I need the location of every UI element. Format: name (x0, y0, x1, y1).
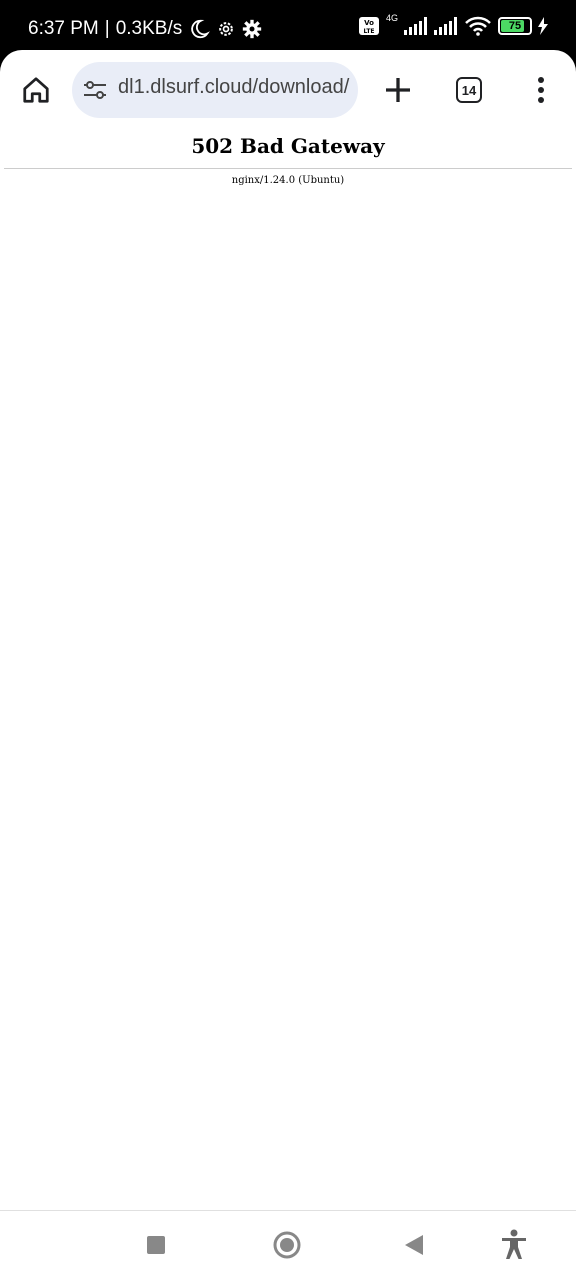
web-page: 502 Bad Gateway nginx/1.24.0 (Ubuntu) (0, 132, 576, 1210)
svg-text:LTE: LTE (363, 28, 374, 35)
back-icon[interactable] (403, 1233, 425, 1257)
divider (4, 168, 572, 169)
server-signature: nginx/1.24.0 (Ubuntu) (231, 175, 345, 186)
status-time: 6:37 PM (28, 18, 99, 39)
address-bar[interactable]: dl1.dlsurf.cloud/download/ (72, 62, 358, 118)
home-button[interactable] (14, 66, 58, 114)
recents-icon[interactable] (145, 1234, 167, 1256)
home-icon (23, 77, 49, 103)
tabs-icon[interactable]: 14 (456, 77, 482, 103)
browser-toolbar: dl1.dlsurf.cloud/download/ 14 (0, 50, 576, 132)
settings-outline-icon (219, 22, 234, 36)
gear-icon (243, 19, 262, 39)
status-right: Vo LTE 4G 75 (358, 13, 548, 36)
signal-icon (434, 17, 457, 35)
url-text[interactable]: dl1.dlsurf.cloud/download/ (118, 76, 349, 99)
moon-icon (191, 19, 211, 39)
status-left: 6:37 PM | 0.3KB/s (28, 18, 262, 40)
system-nav-bar (0, 1210, 576, 1281)
wifi-icon (465, 16, 491, 36)
network-type: 4G (385, 13, 398, 23)
status-separator: | (104, 18, 110, 39)
page-title: 502 Bad Gateway (191, 134, 385, 158)
home-circle-icon[interactable] (272, 1230, 302, 1260)
tune-icon[interactable] (82, 78, 108, 102)
signal-icon (404, 17, 427, 35)
battery-icon: 75 (498, 17, 532, 35)
plus-icon[interactable] (380, 72, 416, 108)
svg-text:Vo: Vo (364, 19, 374, 27)
status-speed: 0.3KB/s (115, 18, 183, 39)
more-vert-icon[interactable] (534, 74, 548, 106)
battery-level: 75 (508, 20, 522, 32)
charging-icon (538, 17, 548, 35)
tab-count: 14 (461, 82, 477, 98)
accessibility-icon[interactable] (500, 1229, 528, 1261)
volte-icon: VoLTE (358, 17, 379, 35)
